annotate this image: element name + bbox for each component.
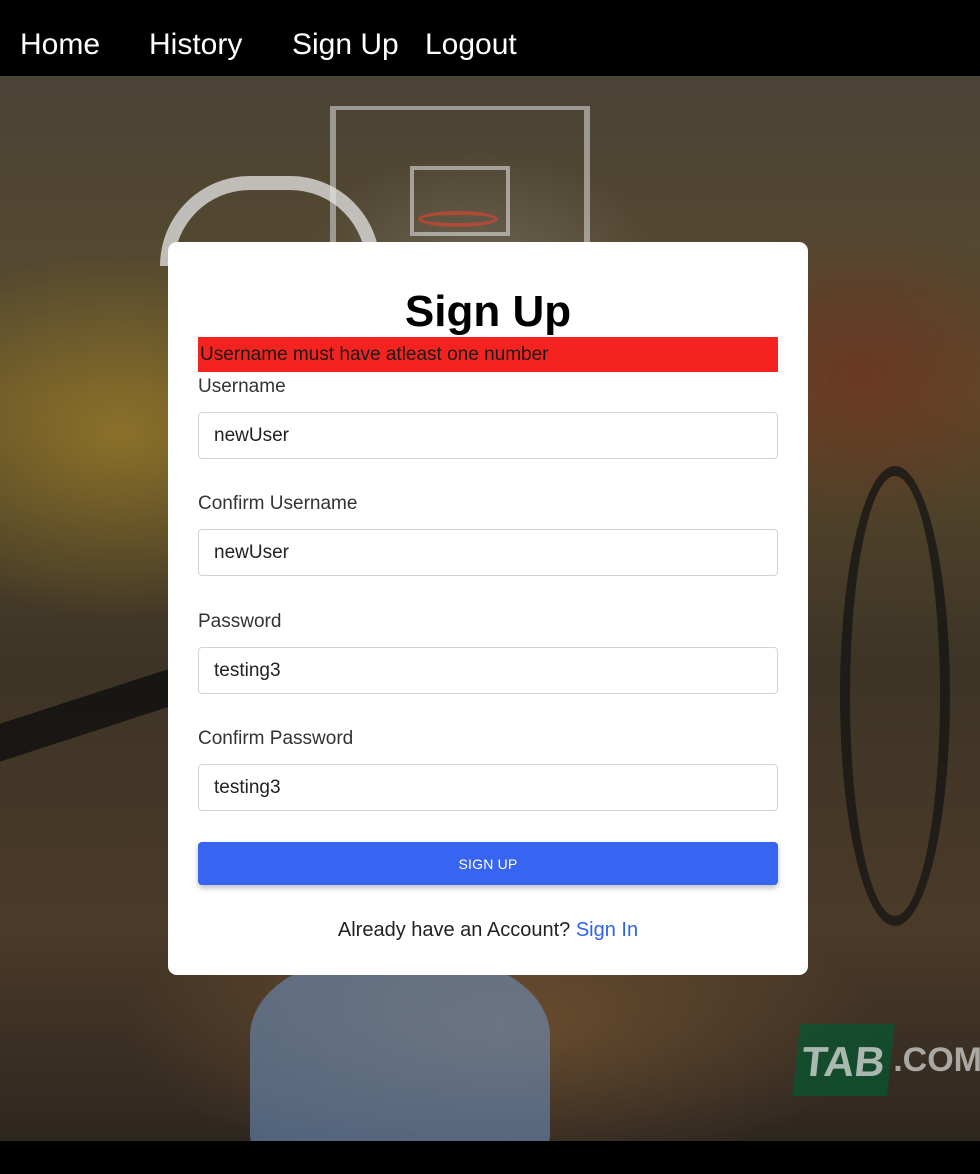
username-input[interactable] (198, 412, 778, 459)
confirm-username-input[interactable] (198, 529, 778, 576)
username-label: Username (198, 376, 286, 397)
password-input[interactable] (198, 647, 778, 694)
signup-button[interactable]: SIGN UP (198, 842, 778, 885)
signin-prompt-text: Already have an Account? (337, 919, 571, 941)
signin-link[interactable]: Sign In (576, 919, 638, 941)
top-navbar: Home History Sign Up Logout (0, 0, 980, 76)
confirm-password-input[interactable] (198, 764, 778, 811)
confirm-username-label: Confirm Username (198, 493, 358, 514)
watermark-logo-tab: TAB (792, 1024, 895, 1096)
watermark-logo: TAB .COM.AU (792, 1020, 980, 1100)
hoop-rim-shape (418, 211, 498, 227)
nav-home-link[interactable]: Home (20, 28, 100, 62)
confirm-password-label: Confirm Password (198, 728, 354, 749)
signup-card: Sign Up Username must have atleast one n… (168, 242, 808, 975)
nav-signup-link[interactable]: Sign Up (292, 28, 399, 62)
nav-logout-link[interactable]: Logout (425, 28, 517, 62)
password-label: Password (198, 611, 282, 632)
wheel-shape (840, 466, 950, 926)
page-title: Sign Up (404, 287, 572, 336)
figure-shape (250, 956, 550, 1141)
nav-history-link[interactable]: History (149, 28, 242, 62)
signin-prompt: Already have an Account? Sign In (168, 918, 808, 942)
error-message: Username must have atleast one number (198, 337, 778, 372)
watermark-logo-domain: .COM.AU (893, 1040, 980, 1079)
